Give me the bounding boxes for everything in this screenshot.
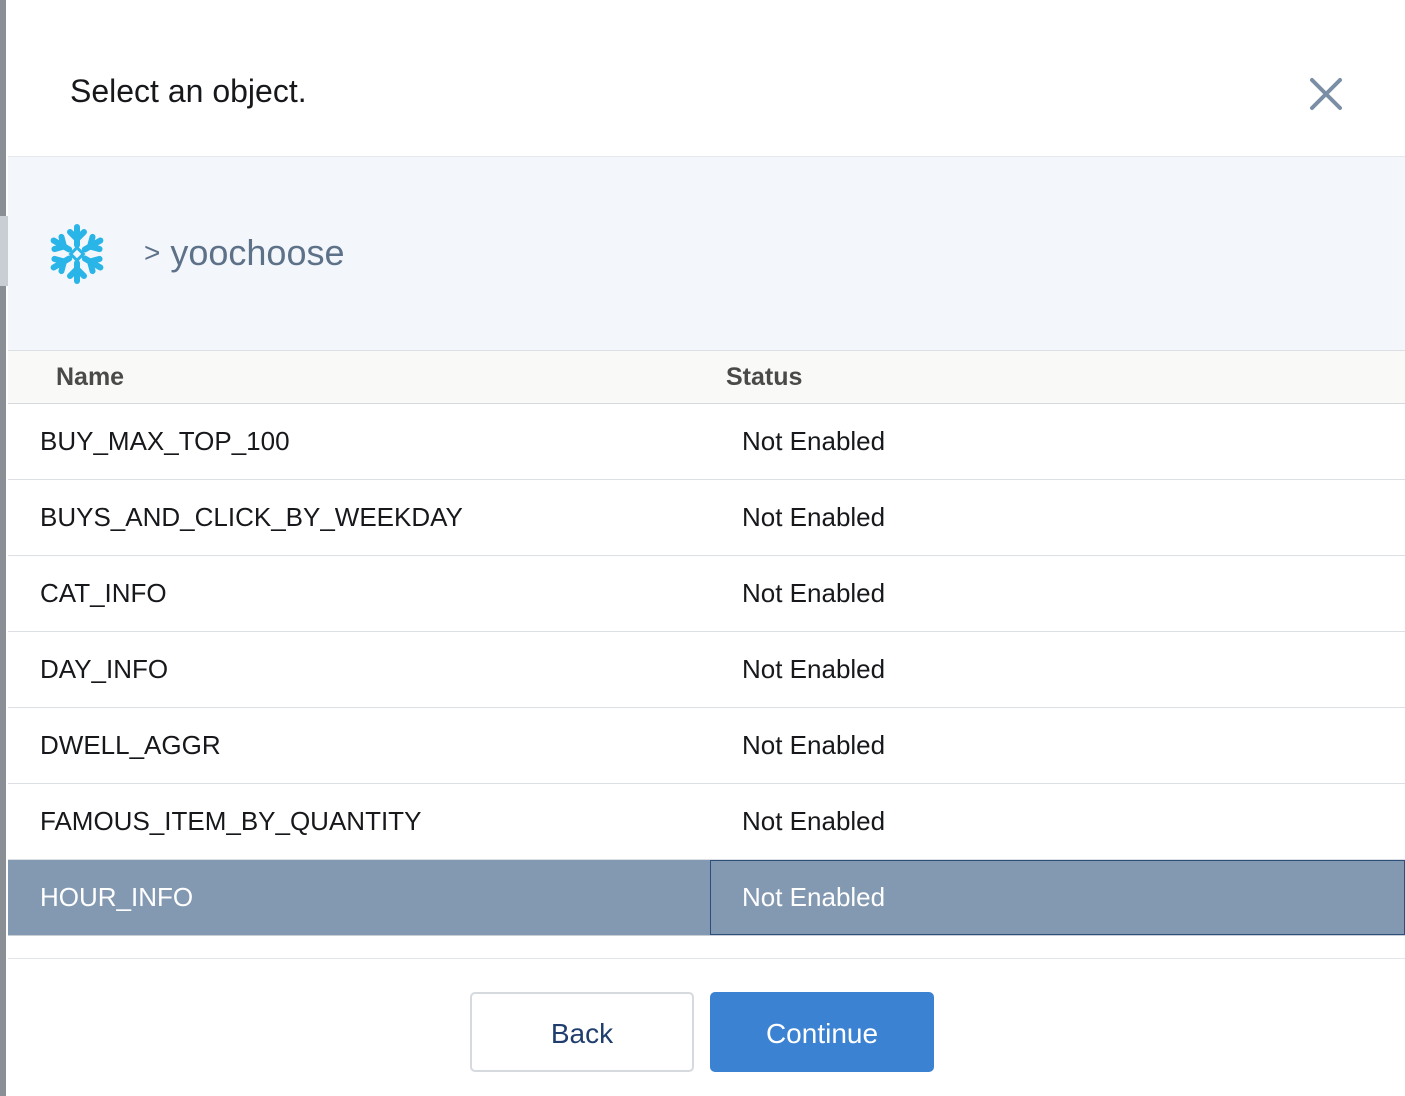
table-row[interactable]: BUYS_AND_CLICK_BY_WEEKDAY Not Enabled — [8, 480, 1405, 556]
row-name: DWELL_AGGR — [40, 730, 221, 760]
table-row[interactable]: DWELL_AGGR Not Enabled — [8, 708, 1405, 784]
breadcrumb-current[interactable]: yoochoose — [170, 232, 344, 273]
column-header-status[interactable]: Status — [726, 351, 802, 403]
close-icon — [1310, 78, 1342, 110]
dialog-title: Select an object. — [70, 73, 307, 109]
table-header: Name Status — [8, 351, 1405, 404]
column-header-name[interactable]: Name — [56, 351, 124, 403]
page: Select an object. > yoochoose Name Statu… — [0, 0, 1405, 1096]
row-name: HOUR_INFO — [40, 882, 194, 912]
select-object-dialog: Select an object. > yoochoose Name Statu… — [8, 0, 1405, 1096]
breadcrumb-separator: > — [144, 237, 161, 268]
row-status: Not Enabled — [742, 806, 886, 836]
back-button[interactable]: Back — [470, 992, 694, 1072]
continue-button[interactable]: Continue — [710, 992, 934, 1072]
row-status: Not Enabled — [742, 502, 886, 532]
breadcrumb: > yoochoose — [8, 157, 1405, 351]
row-status: Not Enabled — [742, 882, 886, 912]
row-name: BUYS_AND_CLICK_BY_WEEKDAY — [40, 502, 463, 532]
background-window-edge-detail — [0, 216, 8, 286]
row-name: CAT_INFO — [40, 578, 167, 608]
table-bottom-divider — [8, 934, 1405, 959]
row-name: BUY_MAX_TOP_100 — [40, 426, 290, 456]
close-button[interactable] — [1304, 72, 1348, 116]
objects-table: Name Status BUY_MAX_TOP_100 Not Enabled … — [8, 351, 1405, 936]
row-status: Not Enabled — [742, 426, 886, 456]
breadcrumb-path: > yoochoose — [144, 231, 345, 278]
table-row[interactable]: FAMOUS_ITEM_BY_QUANTITY Not Enabled — [8, 784, 1405, 860]
row-status: Not Enabled — [742, 730, 886, 760]
row-name: DAY_INFO — [40, 654, 169, 684]
dialog-header: Select an object. — [8, 0, 1405, 157]
table-row[interactable]: DAY_INFO Not Enabled — [8, 632, 1405, 708]
table-row[interactable]: CAT_INFO Not Enabled — [8, 556, 1405, 632]
row-status: Not Enabled — [742, 654, 886, 684]
table-row[interactable]: BUY_MAX_TOP_100 Not Enabled — [8, 404, 1405, 480]
row-status: Not Enabled — [742, 578, 886, 608]
table-row-selected[interactable]: HOUR_INFO Not Enabled — [8, 860, 1405, 936]
row-name: FAMOUS_ITEM_BY_QUANTITY — [40, 806, 422, 836]
background-window-edge — [0, 0, 6, 1096]
snowflake-logo — [46, 223, 108, 285]
